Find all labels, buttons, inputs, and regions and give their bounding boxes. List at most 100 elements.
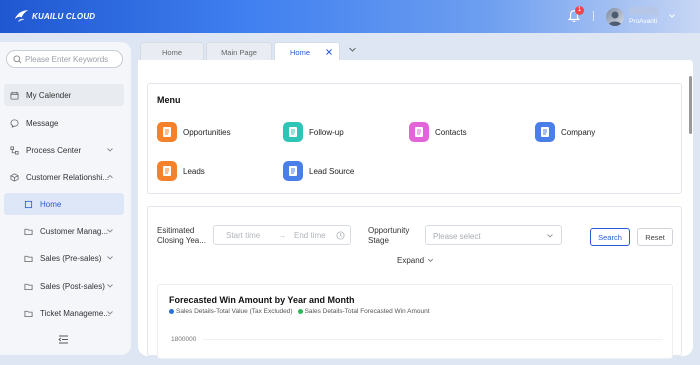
chevron-down-icon [107, 284, 113, 288]
sidebar-item-label: Process Center [26, 145, 82, 155]
grid-line [203, 339, 663, 340]
opportunity-stage-label: Opportunity Stage [368, 226, 409, 246]
process-icon [10, 145, 19, 155]
sidebar-item-label: Message [26, 118, 59, 128]
reset-button[interactable]: Reset [637, 228, 673, 246]
top-header: KUAILU CLOUD 1 ProAvanti [0, 0, 700, 33]
chevron-down-icon[interactable] [668, 12, 676, 20]
sidebar-item-label: Customer Relationshi... [26, 172, 110, 182]
search-icon [13, 54, 22, 63]
user-name-redacted [629, 7, 658, 15]
menu-item-follow-up[interactable]: Follow-up [283, 122, 344, 142]
chevron-down-icon [428, 258, 434, 262]
sidebar-item-my-calender[interactable]: My Calender [4, 84, 124, 106]
document-icon [535, 122, 555, 142]
sidebar-search[interactable] [6, 50, 123, 68]
menu-item-label: Lead Source [309, 166, 355, 176]
menu-item-label: Follow-up [309, 127, 344, 137]
closing-date-range[interactable]: Start time → End time [213, 225, 351, 245]
menu-item-contacts[interactable]: Contacts [409, 122, 467, 142]
tab-home-active[interactable]: Home [274, 42, 340, 61]
expand-toggle[interactable]: Expand [397, 256, 434, 265]
header-divider [593, 11, 594, 21]
chevron-up-icon [107, 174, 113, 179]
collapse-menu-icon[interactable] [58, 335, 69, 344]
legend-item-total-value[interactable]: Sales Details-Total Value (Tax Excluded) [169, 308, 293, 315]
tab-label: Main Page [221, 47, 257, 57]
menu-item-opportunities[interactable]: Opportunities [157, 122, 231, 142]
chevron-down-icon [107, 229, 113, 233]
chevron-down-icon [107, 148, 113, 152]
sidebar-item-home[interactable]: Home [4, 193, 124, 215]
legend-label: Sales Details-Total Forecasted Win Amoun… [304, 308, 430, 315]
brand-logo[interactable]: KUAILU CLOUD [14, 9, 95, 23]
search-input[interactable] [25, 54, 120, 64]
calendar-icon [10, 91, 19, 100]
select-placeholder: Please select [433, 232, 481, 241]
legend-dot [169, 309, 174, 314]
expand-label: Expand [397, 256, 425, 265]
folder-icon [24, 283, 33, 290]
sidebar-item-sales-pre-sales[interactable]: Sales (Pre-sales) [4, 247, 124, 269]
home-icon [24, 200, 33, 208]
y-axis-tick: 1800000 [171, 336, 197, 343]
chart-legend: Sales Details-Total Value (Tax Excluded)… [169, 308, 430, 315]
clock-icon [336, 231, 345, 240]
message-icon [10, 118, 19, 128]
menu-item-label: Leads [183, 166, 205, 176]
menu-title: Menu [157, 95, 181, 105]
menu-item-label: Company [561, 127, 596, 137]
range-arrow: → [278, 231, 286, 240]
menu-item-leads[interactable]: Leads [157, 161, 205, 181]
opportunity-stage-select[interactable]: Please select [425, 225, 562, 245]
sidebar-item-customer-relationship[interactable]: Customer Relationshi... [4, 166, 124, 188]
brand-name: KUAILU CLOUD [32, 11, 96, 21]
chevron-down-icon [107, 311, 113, 315]
document-icon [157, 122, 177, 142]
chevron-down-icon[interactable] [348, 45, 357, 54]
closing-year-label: Esitimated Closing Yea... [157, 226, 206, 246]
legend-label: Sales Details-Total Value (Tax Excluded) [176, 308, 293, 315]
sidebar-item-label: Home [40, 199, 62, 209]
folder-icon [24, 228, 33, 235]
start-time-input[interactable]: Start time [226, 231, 260, 240]
username[interactable]: ProAvanti [629, 18, 657, 25]
menu-item-label: Contacts [435, 127, 467, 137]
user-photo-icon [608, 11, 622, 26]
sidebar-item-label: Sales (Pre-sales) [40, 253, 102, 263]
scrollbar[interactable] [689, 76, 692, 134]
stage-label-line2: Stage [368, 236, 389, 245]
sidebar-item-sales-post-sales[interactable]: Sales (Post-sales) [4, 275, 124, 297]
sidebar-item-label: Sales (Post-sales) [40, 281, 105, 291]
closing-label-line2: Closing Yea... [157, 236, 206, 245]
document-icon [283, 122, 303, 142]
folder-icon [24, 310, 33, 317]
sidebar-item-ticket-management[interactable]: Ticket Manageme... [4, 302, 124, 324]
sidebar-item-process-center[interactable]: Process Center [4, 139, 124, 161]
closing-label-line1: Esitimated [157, 226, 195, 235]
document-icon [283, 161, 303, 181]
sidebar-item-label: My Calender [26, 90, 72, 100]
chart-title: Forecasted Win Amount by Year and Month [169, 295, 355, 305]
chevron-down-icon [547, 234, 553, 238]
document-icon [409, 122, 429, 142]
bird-logo-icon [14, 10, 29, 22]
avatar[interactable] [606, 8, 624, 26]
end-time-input[interactable]: End time [294, 231, 326, 240]
tab-home[interactable]: Home [140, 42, 204, 61]
chevron-down-icon [107, 256, 113, 260]
tab-label: Home [289, 47, 310, 57]
close-icon[interactable] [325, 48, 333, 56]
legend-item-forecasted-win[interactable]: Sales Details-Total Forecasted Win Amoun… [297, 308, 430, 315]
search-button[interactable]: Search [590, 228, 630, 246]
tab-label: Home [161, 47, 182, 57]
legend-dot [297, 309, 303, 314]
sidebar-item-label: Ticket Manageme... [40, 308, 110, 318]
cube-icon [10, 172, 19, 182]
tab-main-page[interactable]: Main Page [206, 42, 272, 61]
menu-item-lead-source[interactable]: Lead Source [283, 161, 354, 181]
sidebar-item-message[interactable]: Message [4, 112, 124, 134]
sidebar-item-customer-management[interactable]: Customer Manag... [4, 220, 124, 242]
menu-item-company[interactable]: Company [535, 122, 595, 142]
notification-badge: 1 [575, 6, 584, 15]
